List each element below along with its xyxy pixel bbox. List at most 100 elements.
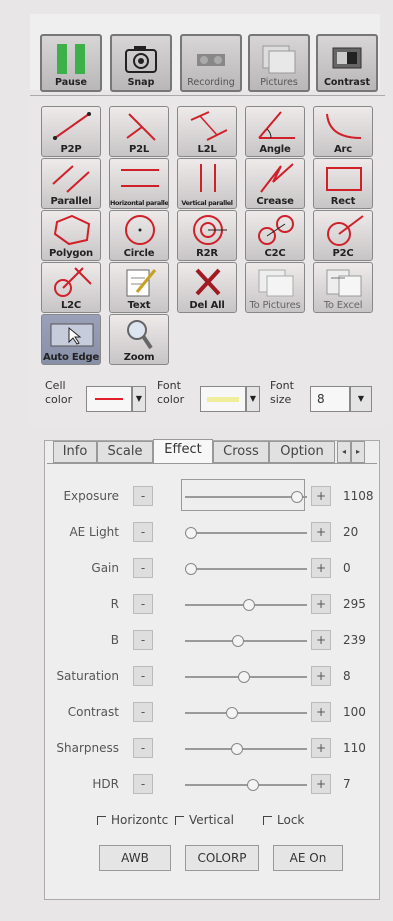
decrease-button[interactable]: - [133,774,153,794]
tool-p2c[interactable]: P2C [313,210,373,261]
slider-thumb[interactable] [231,743,243,755]
setting-value: 295 [343,597,366,611]
increase-button[interactable]: + [311,486,331,506]
slider-thumb[interactable] [238,671,250,683]
increase-button[interactable]: + [311,702,331,722]
slider-thumb[interactable] [226,707,238,719]
tool-arc[interactable]: Arc [313,106,373,157]
pictures-icon [262,45,296,74]
increase-button[interactable]: + [311,774,331,794]
tool-to-excel[interactable]: To Excel [313,262,373,313]
font-color-swatch[interactable] [200,386,246,412]
checkbox-label: Lock [277,813,305,827]
setting-slider[interactable] [185,527,307,539]
increase-button[interactable]: + [311,666,331,686]
decrease-button[interactable]: - [133,702,153,722]
tool-polygon[interactable]: Polygon [41,210,101,261]
tool-l2l[interactable]: L2L [177,106,237,157]
decrease-button[interactable]: - [133,486,153,506]
awb-button[interactable]: AWB [99,845,171,871]
slider-thumb[interactable] [247,779,259,791]
tool-horizontal-parallel[interactable]: Horizontal parallel [109,158,169,209]
tool-angle[interactable]: Angle [245,106,305,157]
decrease-button[interactable]: - [133,522,153,542]
tab-cross[interactable]: Cross [213,441,269,463]
increase-button[interactable]: + [311,738,331,758]
slider-thumb[interactable] [232,635,244,647]
setting-label: Contrast [67,705,119,719]
circle-to-circle-icon [258,215,294,245]
font-size-dropdown[interactable]: ▼ [350,386,372,412]
rectangle-icon [326,167,362,191]
setting-slider[interactable] [185,743,307,755]
tool-p2l[interactable]: P2L [109,106,169,157]
tool-to-pictures[interactable]: To Pictures [245,262,305,313]
tool-label: P2L [128,144,150,155]
tool-label: R2R [196,248,218,259]
slider-thumb[interactable] [243,599,255,611]
tool-c2c[interactable]: C2C [245,210,305,261]
tool-auto-edge[interactable]: Auto Edge [41,314,101,365]
tool-l2c[interactable]: L2C [41,262,101,313]
pictures-button[interactable]: Pictures [248,34,310,92]
tool-vertical-parallel[interactable]: Vertical parallel [177,158,237,209]
slider-thumb[interactable] [185,563,197,575]
checkbox-vertical[interactable]: Vertical [175,813,234,827]
tool-del-all[interactable]: Del All [177,262,237,313]
font-color-dropdown[interactable]: ▼ [246,386,260,412]
checkbox-label: Vertical [189,813,234,827]
tool-label: L2C [60,300,82,311]
auto-edge-icon [50,323,94,347]
measure-tools-panel: P2P P2L L2L Angle Arc Parallel Horizonta… [30,95,385,426]
ae-on-button[interactable]: AE On [273,845,343,871]
contrast-button[interactable]: Contrast [316,34,378,92]
setting-slider[interactable] [185,563,307,575]
tab-scale[interactable]: Scale [97,441,153,463]
tool-crease[interactable]: Crease [245,158,305,209]
tab-scroll-left-icon[interactable]: ◂ [337,441,351,463]
increase-button[interactable]: + [311,522,331,542]
snap-button[interactable]: Snap [110,34,172,92]
setting-slider[interactable] [185,671,307,683]
contrast-label: Contrast [323,77,371,88]
font-size-value[interactable]: 8 [310,386,350,412]
cell-color-swatch[interactable] [86,386,132,412]
radius-to-radius-icon [193,215,227,245]
colorp-button[interactable]: COLORP [185,845,259,871]
tool-rect[interactable]: Rect [313,158,373,209]
tab-scroll-right-icon[interactable]: ▸ [351,441,365,463]
increase-button[interactable]: + [311,594,331,614]
pause-icon [57,44,85,74]
tool-zoom[interactable]: Zoom [109,314,169,365]
decrease-button[interactable]: - [133,630,153,650]
tool-parallel[interactable]: Parallel [41,158,101,209]
tool-r2r[interactable]: R2R [177,210,237,261]
decrease-button[interactable]: - [133,558,153,578]
pause-button[interactable]: Pause [40,34,102,92]
tab-option[interactable]: Option [269,441,335,463]
checkbox-horizontal[interactable]: Horizontc [97,813,168,827]
tool-p2p[interactable]: P2P [41,106,101,157]
tool-circle[interactable]: Circle [109,210,169,261]
circle-icon [125,215,155,245]
tab-info[interactable]: Info [53,441,97,463]
setting-slider[interactable] [185,599,307,611]
recording-button[interactable]: Recording [180,34,242,92]
setting-slider[interactable] [185,707,307,719]
tab-effect[interactable]: Effect [153,439,213,463]
setting-slider[interactable] [185,635,307,647]
checkbox-lock[interactable]: Lock [263,813,304,827]
cell-color-dropdown[interactable]: ▼ [132,386,146,412]
decrease-button[interactable]: - [133,594,153,614]
decrease-button[interactable]: - [133,738,153,758]
tool-text[interactable]: Text [109,262,169,313]
increase-button[interactable]: + [311,558,331,578]
decrease-button[interactable]: - [133,666,153,686]
point-to-line-icon [126,113,156,141]
setting-value: 110 [343,741,366,755]
slider-thumb[interactable] [185,527,197,539]
pictures-label: Pictures [260,77,298,88]
setting-slider[interactable] [185,779,307,791]
increase-button[interactable]: + [311,630,331,650]
capture-toolbar: Pause Snap Recording Pictures Contrast [30,14,380,92]
